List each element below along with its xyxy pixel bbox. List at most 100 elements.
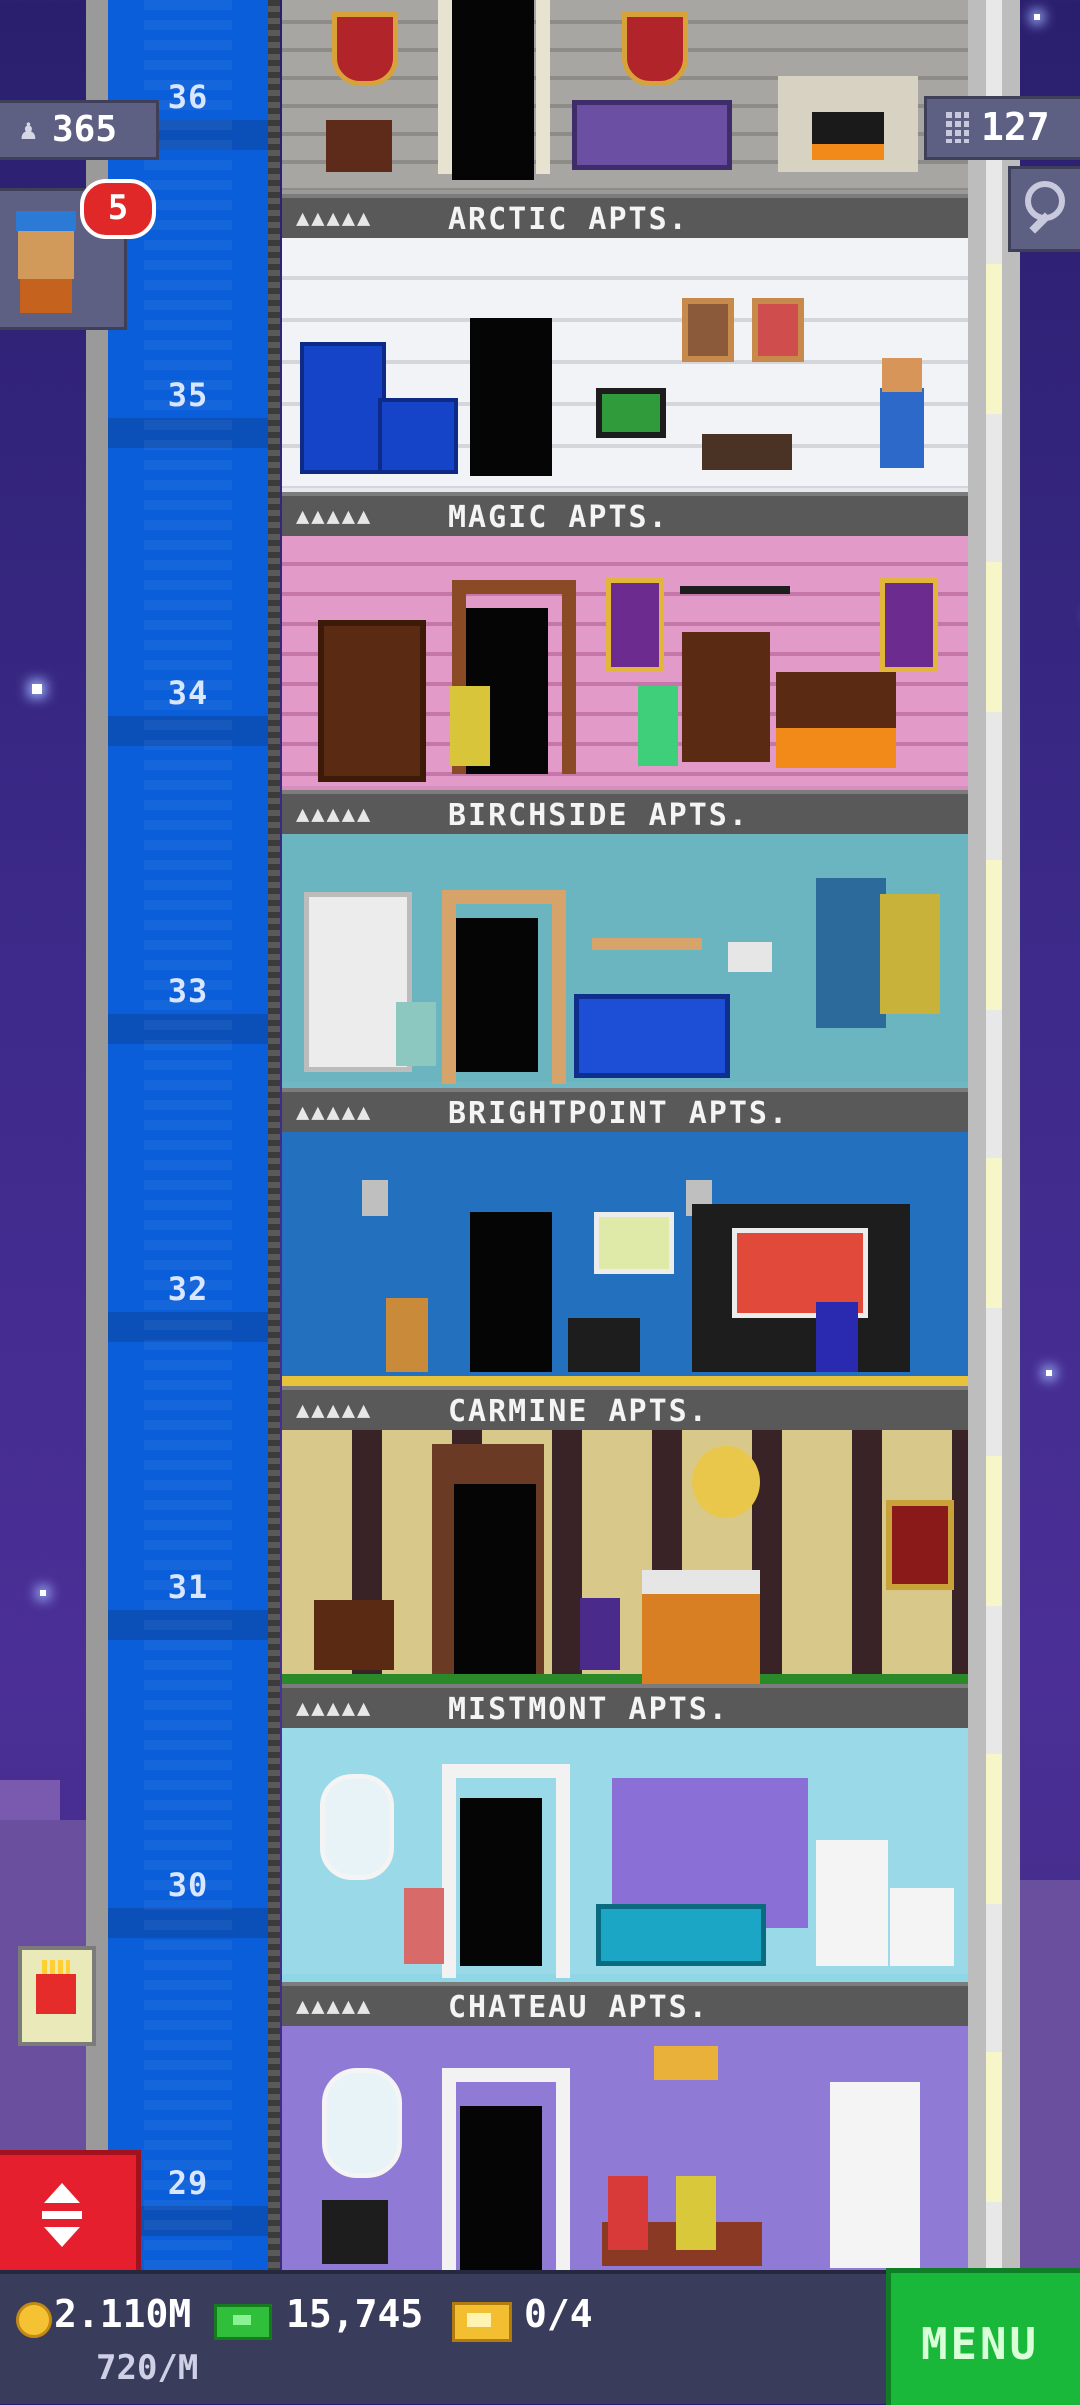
floor-trim bbox=[282, 1376, 968, 1386]
lamp bbox=[728, 942, 772, 972]
doorway bbox=[456, 918, 538, 1072]
doorway bbox=[460, 1798, 542, 1966]
banner bbox=[606, 578, 664, 672]
tower-window bbox=[986, 860, 1002, 1010]
doorway bbox=[470, 318, 552, 476]
shutter bbox=[816, 878, 886, 1028]
tv bbox=[596, 388, 666, 438]
tower-window bbox=[986, 1158, 1002, 1308]
elevator-button[interactable] bbox=[0, 2150, 141, 2280]
painting bbox=[886, 1500, 954, 1590]
floor-33[interactable]: ▲▲▲▲▲ BRIGHTPOINT APTS. bbox=[282, 834, 968, 1132]
fries-icon bbox=[36, 1960, 76, 2014]
resident-count: ▲▲▲▲▲ bbox=[296, 1994, 373, 2019]
floor-count: 127 bbox=[981, 105, 1050, 149]
floor-31[interactable]: ▲▲▲▲▲ MISTMONT APTS. bbox=[282, 1430, 968, 1728]
notification-badge: 5 bbox=[80, 179, 156, 239]
menu-button[interactable]: MENU bbox=[886, 2268, 1080, 2405]
resident-count: ▲▲▲▲▲ bbox=[296, 504, 373, 529]
floor-name: CHATEAU APTS. bbox=[448, 1990, 709, 2025]
floor-sign: ▲▲▲▲▲ MAGIC APTS. bbox=[282, 492, 968, 536]
resident bbox=[880, 388, 924, 468]
ticket-icon bbox=[452, 2302, 512, 2342]
resident bbox=[386, 1298, 428, 1372]
resident-count: ▲▲▲▲▲ bbox=[296, 1398, 373, 1423]
menu-label: MENU bbox=[921, 2319, 1039, 2370]
floor-sign: ▲▲▲▲▲ CHATEAU APTS. bbox=[282, 1982, 968, 2026]
avatar bbox=[18, 231, 74, 279]
floor-number: 33 bbox=[167, 972, 209, 1010]
resident bbox=[396, 1002, 436, 1066]
bed bbox=[642, 1570, 760, 1694]
star bbox=[1046, 1370, 1052, 1376]
sofa bbox=[596, 1904, 766, 1966]
star bbox=[40, 1590, 46, 1596]
population-badge[interactable]: ♟ 365 bbox=[0, 100, 159, 160]
floors-badge[interactable]: 127 bbox=[924, 96, 1080, 160]
banner bbox=[880, 578, 938, 672]
floor-number: 30 bbox=[167, 1866, 209, 1904]
doorway bbox=[452, 0, 534, 180]
resident bbox=[638, 686, 678, 766]
wall-shelf bbox=[592, 938, 702, 950]
avatar-cap bbox=[16, 211, 76, 231]
fireplace bbox=[776, 672, 896, 768]
resident-count: ▲▲▲▲▲ bbox=[296, 1100, 373, 1125]
resident bbox=[450, 686, 490, 766]
dresser bbox=[314, 1600, 394, 1670]
plant bbox=[880, 894, 940, 1014]
floor-name: BIRCHSIDE APTS. bbox=[448, 798, 749, 833]
floor-36[interactable]: ▲▲▲▲▲ ARCTIC APTS. bbox=[282, 0, 968, 238]
bux-balance[interactable]: 15,745 bbox=[286, 2292, 423, 2336]
bookshelf bbox=[318, 620, 426, 782]
tower-window bbox=[986, 562, 1002, 712]
chandelier bbox=[692, 1446, 760, 1518]
picture-frame bbox=[594, 1212, 674, 1274]
bux-icon bbox=[214, 2304, 272, 2340]
elevator-shaft[interactable] bbox=[108, 0, 268, 2270]
chandelier bbox=[654, 2046, 718, 2080]
floor-name: BRIGHTPOINT APTS. bbox=[448, 1096, 790, 1131]
resident bbox=[404, 1888, 444, 1964]
floor-sign: ▲▲▲▲▲ ARCTIC APTS. bbox=[282, 194, 968, 238]
walrus-statue bbox=[702, 434, 792, 470]
food-ad-button[interactable] bbox=[18, 1946, 96, 2046]
cabinet bbox=[830, 2082, 920, 2268]
floor-32[interactable]: ▲▲▲▲▲ CARMINE APTS. bbox=[282, 1132, 968, 1430]
tower-window bbox=[986, 1754, 1002, 1904]
floor-name: MAGIC APTS. bbox=[448, 500, 669, 535]
doorway bbox=[454, 1484, 536, 1674]
star bbox=[32, 684, 42, 694]
fire bbox=[812, 112, 884, 160]
elevator-bar bbox=[42, 2211, 82, 2219]
floor-29[interactable] bbox=[282, 2026, 968, 2270]
fridge bbox=[816, 1840, 888, 1966]
doorway bbox=[460, 2106, 542, 2270]
speaker bbox=[568, 1318, 640, 1372]
sofa bbox=[574, 994, 730, 1078]
floor-number: 35 bbox=[167, 376, 209, 414]
stove bbox=[890, 1888, 954, 1966]
side-table bbox=[326, 120, 392, 172]
resident-count: ▲▲▲▲▲ bbox=[296, 1696, 373, 1721]
tower-window bbox=[986, 1456, 1002, 1606]
floor-35[interactable]: ▲▲▲▲▲ MAGIC APTS. bbox=[282, 238, 968, 536]
floor-name: ARCTIC APTS. bbox=[448, 202, 689, 237]
floor-34[interactable]: ▲▲▲▲▲ BIRCHSIDE APTS. bbox=[282, 536, 968, 834]
person-icon: ♟ bbox=[20, 113, 37, 146]
floor-sign: ▲▲▲▲▲ CARMINE APTS. bbox=[282, 1386, 968, 1430]
tower-window bbox=[986, 264, 1002, 414]
star bbox=[1034, 14, 1040, 20]
ticket-count[interactable]: 0/4 bbox=[524, 2292, 593, 2336]
search-button[interactable] bbox=[1008, 166, 1080, 252]
floor-number: 34 bbox=[167, 674, 209, 712]
coin-balance[interactable]: 2.110M bbox=[54, 2292, 191, 2336]
doorway bbox=[470, 1212, 552, 1372]
floor-30[interactable]: ▲▲▲▲▲ CHATEAU APTS. bbox=[282, 1728, 968, 2026]
visitor-button[interactable]: 5 bbox=[0, 179, 156, 330]
picture-frame bbox=[752, 298, 804, 362]
stove bbox=[378, 398, 458, 474]
floor-number: 32 bbox=[167, 1270, 209, 1308]
down-arrow-icon bbox=[44, 2227, 80, 2247]
resident-head bbox=[882, 358, 922, 392]
